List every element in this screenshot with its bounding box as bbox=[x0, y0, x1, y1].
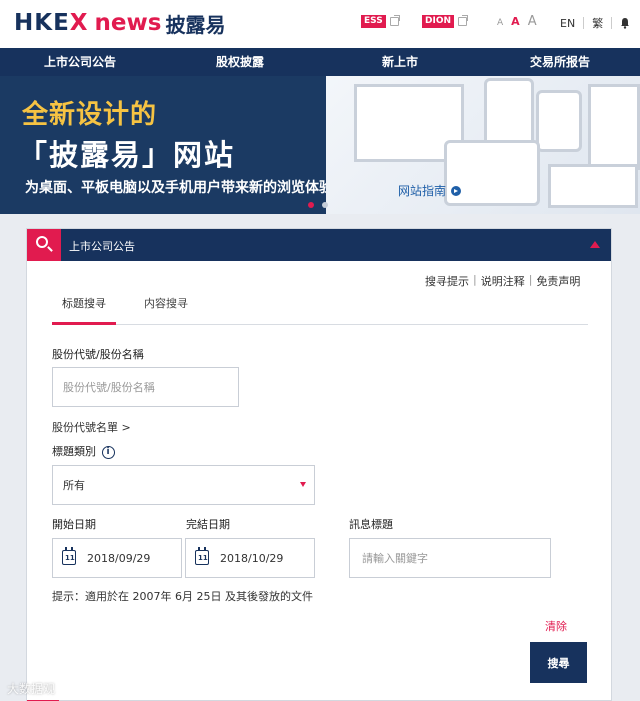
category-select[interactable]: 所有 bbox=[52, 465, 315, 505]
tab-content-search[interactable]: 内容搜寻 bbox=[134, 295, 198, 325]
disclaimer-link[interactable]: 免责声明 bbox=[536, 273, 580, 289]
top-header: HKEX news 披露易 ESS DION A A A EN 繁 bbox=[0, 0, 640, 48]
dion-badge: DION bbox=[422, 14, 455, 28]
font-size-switcher: A A A bbox=[497, 14, 537, 29]
search-tips-link[interactable]: 搜寻提示 bbox=[425, 273, 469, 289]
hkex-news-logo[interactable]: HKEX news 披露易 bbox=[14, 9, 225, 37]
logo-hkex-text: HKEX bbox=[14, 10, 89, 36]
search-icon[interactable] bbox=[27, 229, 61, 261]
notes-link[interactable]: 说明注释 bbox=[481, 273, 525, 289]
category-label: 標題類別 i bbox=[52, 443, 115, 459]
start-date-label: 開始日期 bbox=[52, 518, 96, 531]
end-date-label: 完結日期 bbox=[186, 518, 230, 531]
calendar-icon: 11 bbox=[62, 547, 76, 565]
promo-banner[interactable]: 全新设计的 「披露易」网站 为桌面、平板电脑以及手机用户带来新的浏览体验 网站指… bbox=[0, 76, 640, 214]
logo-news-text: news bbox=[94, 10, 162, 36]
divider bbox=[611, 17, 613, 29]
headline-label: 訊息標題 bbox=[349, 518, 393, 531]
font-size-small[interactable]: A bbox=[497, 18, 503, 28]
separator: | bbox=[473, 273, 477, 286]
logo-cn-text: 披露易 bbox=[165, 12, 226, 37]
main-nav: 上市公司公告 股权披露 新上市 交易所报告 bbox=[0, 48, 640, 76]
start-date-value: 2018/09/29 bbox=[87, 551, 151, 565]
search-tabs: 标题搜寻 内容搜寻 bbox=[52, 295, 588, 325]
announcement-search-panel: 上市公司公告 搜寻提示 | 说明注释 | 免责声明 标题搜寻 内容搜寻 股份代號… bbox=[26, 228, 612, 701]
start-date-input[interactable]: 11 2018/09/29 bbox=[52, 538, 182, 578]
stock-code-label: 股份代號/股份名稱 bbox=[52, 348, 144, 361]
devices-illustration bbox=[326, 76, 640, 214]
category-selected-value: 所有 bbox=[63, 479, 85, 492]
nav-item-listed-announcements[interactable]: 上市公司公告 bbox=[0, 48, 160, 76]
bell-icon[interactable] bbox=[620, 17, 630, 29]
separator: | bbox=[528, 273, 533, 286]
dion-link[interactable]: DION bbox=[422, 14, 469, 28]
collapse-caret-icon[interactable] bbox=[590, 241, 600, 248]
info-icon[interactable]: i bbox=[101, 445, 115, 459]
calendar-icon: 11 bbox=[195, 547, 209, 565]
nav-item-disclosure-of-interests[interactable]: 股权披露 bbox=[160, 48, 320, 76]
stock-list-link[interactable]: 股份代號名單 > bbox=[52, 419, 131, 435]
banner-subtitle: 为桌面、平板电脑以及手机用户带来新的浏览体验 bbox=[25, 180, 333, 196]
nav-item-exchange-reports[interactable]: 交易所报告 bbox=[480, 48, 640, 76]
watermark: 大数据观 bbox=[7, 682, 56, 696]
clear-button[interactable]: 清除 bbox=[545, 618, 567, 634]
ess-badge: ESS bbox=[361, 14, 386, 28]
panel-title: 上市公司公告 bbox=[69, 240, 135, 253]
banner-title-line2: 「披露易」网站 bbox=[18, 138, 236, 172]
help-links: 搜寻提示 | 说明注释 | 免责声明 bbox=[425, 273, 580, 289]
panel-header[interactable]: 上市公司公告 bbox=[27, 229, 611, 261]
lang-en-link[interactable]: EN bbox=[560, 17, 575, 30]
external-link-icon bbox=[389, 14, 400, 26]
carousel-dots bbox=[308, 202, 328, 208]
external-link-icon bbox=[458, 14, 469, 26]
site-guide-label: 网站指南 bbox=[398, 184, 447, 198]
phone-illustration bbox=[484, 78, 534, 148]
font-size-medium[interactable]: A bbox=[511, 15, 520, 28]
headline-keyword-input[interactable]: 請輸入關鍵字 bbox=[349, 538, 551, 578]
search-button[interactable]: 搜尋 bbox=[530, 642, 587, 683]
phone-illustration bbox=[536, 90, 582, 152]
carousel-dot-1[interactable] bbox=[308, 202, 314, 208]
divider bbox=[583, 17, 585, 29]
font-size-large[interactable]: A bbox=[528, 14, 537, 29]
end-date-value: 2018/10/29 bbox=[220, 551, 284, 565]
lang-tc-link[interactable]: 繁 bbox=[592, 15, 603, 31]
search-hint: 提示：適用於在 2007年 6月 25日 及其後發放的文件 bbox=[52, 590, 313, 603]
arrow-circle-icon bbox=[451, 185, 462, 196]
carousel-dot-2[interactable] bbox=[322, 202, 328, 208]
laptop-illustration bbox=[588, 84, 640, 170]
laptop-illustration bbox=[548, 164, 638, 208]
tab-title-search[interactable]: 标题搜寻 bbox=[52, 295, 116, 325]
language-switcher: EN 繁 bbox=[560, 15, 630, 31]
site-guide-link[interactable]: 网站指南 bbox=[398, 182, 462, 199]
nav-item-new-listings[interactable]: 新上市 bbox=[320, 48, 480, 76]
stock-code-input[interactable]: 股份代號/股份名稱 bbox=[52, 367, 239, 407]
end-date-input[interactable]: 11 2018/10/29 bbox=[185, 538, 315, 578]
ess-link[interactable]: ESS bbox=[361, 14, 400, 28]
banner-title-line1: 全新设计的 bbox=[22, 100, 158, 130]
dropdown-caret-icon bbox=[300, 482, 306, 487]
